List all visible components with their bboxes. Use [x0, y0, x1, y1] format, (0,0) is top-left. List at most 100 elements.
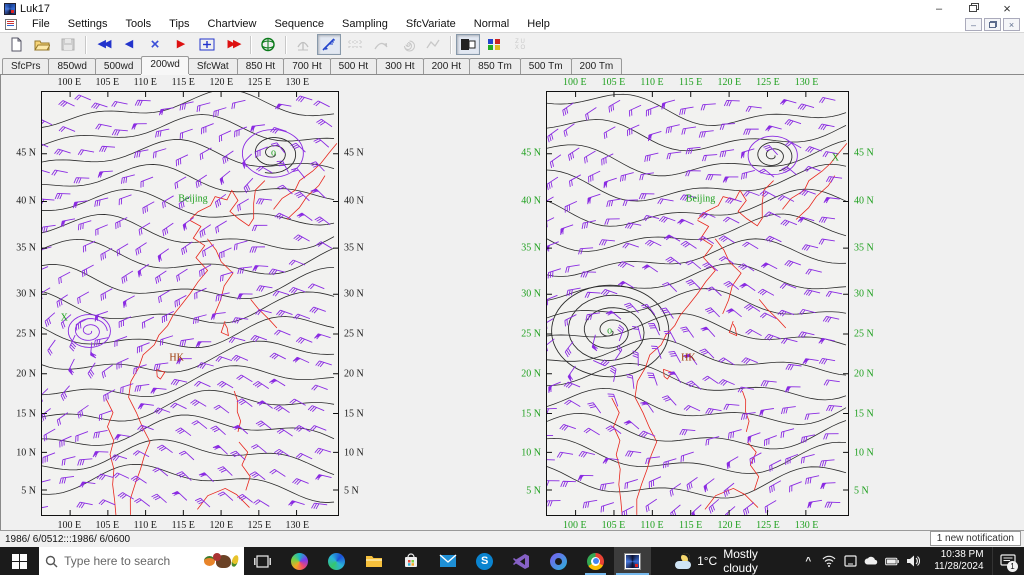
- lat-label-left: 20 N: [16, 368, 36, 380]
- lon-label-top: 105 E: [601, 77, 626, 88]
- lon-label-top: 105 E: [95, 77, 120, 88]
- menu-tips[interactable]: Tips: [160, 17, 198, 32]
- tab-500wd[interactable]: 500wd: [94, 58, 143, 74]
- child-minimize-button[interactable]: –: [965, 18, 982, 31]
- system-tray: ^: [795, 547, 926, 575]
- tab-200-tm[interactable]: 200 Tm: [570, 58, 623, 74]
- left-weather-map: 100 E 100 E 105 E 105 E 110 E 110 E 115 E 115 E…: [16, 77, 363, 531]
- tab-200-ht[interactable]: 200 Ht: [422, 58, 471, 74]
- vscode-taskbar-button[interactable]: [503, 547, 540, 575]
- rewind-button[interactable]: ◀◀: [91, 34, 115, 55]
- search-input[interactable]: [64, 554, 199, 568]
- palette-button[interactable]: [482, 34, 506, 55]
- app-icon: [4, 2, 16, 15]
- tab-850-tm[interactable]: 850 Tm: [469, 58, 521, 74]
- store-taskbar-button[interactable]: [392, 547, 429, 575]
- new-file-button[interactable]: [4, 34, 28, 55]
- loop-taskbar-button[interactable]: [540, 547, 577, 575]
- lat-label-right: 35 N: [344, 242, 364, 254]
- menu-chartview[interactable]: Chartview: [199, 17, 266, 32]
- lat-label-left: 40 N: [521, 195, 541, 207]
- toolbar-separator: [450, 35, 451, 54]
- chrome-icon: [587, 552, 605, 570]
- lon-label-top: 110 E: [133, 77, 157, 88]
- menu-normal[interactable]: Normal: [465, 17, 518, 32]
- toolbar-separator: [85, 35, 86, 54]
- close-button[interactable]: ×: [990, 0, 1024, 17]
- minimize-button[interactable]: –: [922, 0, 956, 17]
- lat-label-left: 45 N: [16, 147, 36, 159]
- chrome-taskbar-button[interactable]: [577, 547, 614, 575]
- lat-label-right: 30 N: [344, 288, 364, 300]
- lat-label-right: 5 N: [854, 485, 869, 497]
- taskbar-clock[interactable]: 10:38 PM 11/28/2024: [926, 547, 991, 575]
- action-center-button[interactable]: 1: [991, 547, 1024, 575]
- child-restore-button[interactable]: [984, 18, 1001, 31]
- skype-icon: S: [476, 552, 494, 570]
- window-layout-button[interactable]: [456, 34, 480, 55]
- start-button[interactable]: [0, 547, 39, 575]
- edge-taskbar-button[interactable]: [318, 547, 355, 575]
- skype-taskbar-button[interactable]: S: [466, 547, 503, 575]
- mail-taskbar-button[interactable]: [429, 547, 466, 575]
- tab-700-ht[interactable]: 700 Ht: [283, 58, 331, 74]
- menu-file[interactable]: File: [23, 17, 59, 32]
- lat-label-right: 10 N: [344, 447, 364, 459]
- menu-sampling[interactable]: Sampling: [333, 17, 397, 32]
- tab-sfcprs[interactable]: SfcPrs: [2, 58, 50, 74]
- frame-select-button[interactable]: [195, 34, 219, 55]
- title-bar: Luk17 – ×: [0, 0, 1024, 17]
- map-marker-hk: HK: [169, 352, 184, 364]
- delete-frame-button[interactable]: ×: [143, 34, 167, 55]
- open-folder-button[interactable]: [30, 34, 54, 55]
- tab-200wd[interactable]: 200wd: [141, 56, 189, 74]
- maximize-button[interactable]: [956, 0, 990, 17]
- battery-icon[interactable]: [885, 554, 900, 568]
- play-button[interactable]: ▶: [169, 34, 193, 55]
- child-close-button[interactable]: ×: [1003, 18, 1020, 31]
- map-canvas: [41, 91, 339, 516]
- lat-label-left: 10 N: [16, 447, 36, 459]
- search-box[interactable]: [39, 547, 245, 575]
- fast-forward-button[interactable]: ▶▶: [221, 34, 245, 55]
- windows-logo-icon: [12, 553, 28, 569]
- taskbar: S 1°C Mostly cloudy ^ 10:38 PM 11/28/202…: [0, 547, 1024, 575]
- chevron-up-icon[interactable]: ^: [801, 554, 815, 568]
- menu-sequence[interactable]: Sequence: [265, 17, 333, 32]
- tab-850wd[interactable]: 850wd: [48, 58, 96, 74]
- toolbar-separator: [285, 35, 286, 54]
- tab-850-ht[interactable]: 850 Ht: [236, 58, 285, 74]
- file-explorer-taskbar-button[interactable]: [355, 547, 392, 575]
- tab-300-ht[interactable]: 300 Ht: [376, 58, 424, 74]
- tab-500-tm[interactable]: 500 Tm: [519, 58, 572, 74]
- lon-label-top: 130 E: [285, 77, 310, 88]
- lat-label-left: 25 N: [16, 328, 36, 340]
- task-view-taskbar-button[interactable]: [244, 547, 281, 575]
- curve-arrow-icon: [373, 37, 389, 52]
- grid-lines-button: [343, 34, 367, 55]
- wind-pen-button[interactable]: [317, 34, 341, 55]
- luk17-icon: [624, 552, 642, 570]
- volume-icon[interactable]: [906, 554, 921, 568]
- step-back-button[interactable]: ◀: [117, 34, 141, 55]
- luk17-taskbar-button[interactable]: [614, 547, 652, 575]
- globe-button[interactable]: [256, 34, 280, 55]
- tab-500-ht[interactable]: 500 Ht: [329, 58, 378, 74]
- wifi-icon[interactable]: [822, 554, 836, 568]
- tablet-icon[interactable]: [843, 554, 857, 568]
- weather-widget[interactable]: 1°C Mostly cloudy: [665, 547, 791, 575]
- menu-tools[interactable]: Tools: [116, 17, 160, 32]
- menu-sfcvariate[interactable]: SfcVariate: [397, 17, 465, 32]
- moon-cloud-icon: [675, 553, 692, 569]
- thanksgiving-doodle-icon[interactable]: [204, 552, 240, 568]
- toolbar: ◀◀ ◀ × ▶ ▶▶ Z UX O: [0, 32, 1024, 56]
- map-marker-beijing: Beijing: [685, 193, 716, 205]
- menu-settings[interactable]: Settings: [59, 17, 117, 32]
- tab-sfcwat[interactable]: SfcWat: [187, 58, 238, 74]
- menu-help[interactable]: Help: [518, 17, 559, 32]
- onedrive-icon[interactable]: [864, 554, 878, 568]
- task-view-icon: [254, 554, 272, 569]
- lat-label-right: 20 N: [344, 368, 364, 380]
- lat-label-right: 45 N: [854, 147, 874, 159]
- copilot-taskbar-button[interactable]: [281, 547, 318, 575]
